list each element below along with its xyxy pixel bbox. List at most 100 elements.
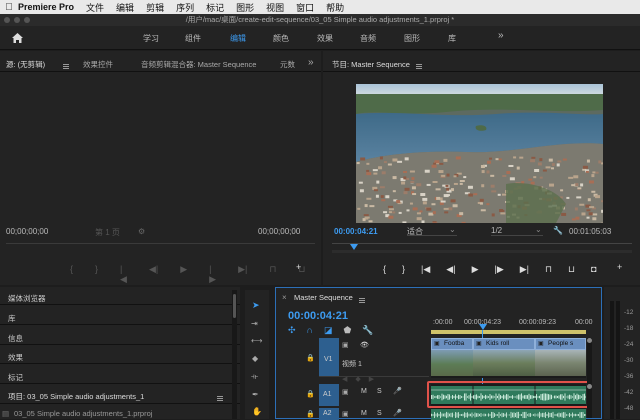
- a2-solo-button[interactable]: S: [377, 410, 382, 417]
- a1-mute-button[interactable]: M: [361, 388, 367, 395]
- program-timecode[interactable]: 00:00:04:21: [334, 227, 378, 236]
- menu-marker[interactable]: 标记: [206, 1, 224, 14]
- program-time-ruler[interactable]: [332, 243, 632, 244]
- hand-tool-icon[interactable]: ✋: [252, 407, 262, 416]
- tab-markers[interactable]: 标记: [8, 372, 23, 383]
- program-add-button[interactable]: +: [617, 262, 622, 272]
- window-controls[interactable]: [4, 17, 30, 23]
- tab-info[interactable]: 信息: [8, 333, 23, 344]
- go-to-out-icon[interactable]: ▶|: [520, 264, 529, 275]
- workspace-editing[interactable]: 编辑: [230, 33, 246, 44]
- program-zoom-bar[interactable]: [332, 250, 632, 253]
- project-scrollbar[interactable]: [232, 290, 237, 419]
- tab-master-sequence[interactable]: Master Sequence: [294, 293, 353, 302]
- menu-window[interactable]: 窗口: [296, 1, 314, 14]
- app-name-menu[interactable]: Premiere Pro: [18, 2, 74, 12]
- a2-track-area[interactable]: [431, 408, 586, 420]
- v1-track-area[interactable]: ▣ Footba ▣ Kids roll ▣ People s: [431, 338, 586, 378]
- v1-track-target[interactable]: V1: [319, 338, 339, 376]
- mark-out-icon[interactable]: }: [95, 264, 98, 285]
- go-to-in-icon[interactable]: |◀: [120, 264, 127, 285]
- workspace-learn[interactable]: 学习: [143, 33, 159, 44]
- work-area-bar[interactable]: [431, 330, 586, 334]
- close-timeline-icon[interactable]: ×: [282, 293, 287, 302]
- step-forward-icon[interactable]: |▶: [494, 264, 503, 275]
- play-icon[interactable]: ▶: [180, 264, 187, 285]
- project-file-name[interactable]: 03_05 Simple audio adjustments_1.prproj: [14, 409, 152, 418]
- tab-effect-controls[interactable]: 效果控件: [83, 59, 113, 70]
- a1-track-target[interactable]: A1: [319, 384, 339, 406]
- selection-tool-icon[interactable]: ➤: [252, 300, 260, 311]
- insert-icon[interactable]: ⊓: [269, 264, 276, 285]
- extract-icon[interactable]: ⊔: [568, 264, 575, 275]
- razor-tool-icon[interactable]: ◆: [252, 354, 258, 363]
- timeline-menu-icon[interactable]: [359, 298, 365, 303]
- menu-help[interactable]: 帮助: [326, 1, 344, 14]
- program-menu-icon[interactable]: [416, 64, 422, 69]
- a1-solo-button[interactable]: S: [377, 388, 382, 395]
- step-forward-icon[interactable]: |▶: [209, 264, 216, 285]
- tab-source[interactable]: 源: (无剪辑): [6, 59, 45, 70]
- go-to-in-icon[interactable]: |◀: [421, 264, 430, 275]
- ripple-edit-tool-icon[interactable]: ⟷: [251, 336, 262, 345]
- menu-clip[interactable]: 剪辑: [146, 1, 164, 14]
- source-timecode[interactable]: 00;00;00;00: [6, 227, 48, 236]
- workspace-color[interactable]: 颜色: [273, 33, 289, 44]
- a2-mic-icon[interactable]: 🎤: [393, 409, 402, 417]
- tab-metadata[interactable]: 元数: [280, 59, 295, 70]
- tab-project[interactable]: 项目: 03_05 Simple audio adjustments_1: [8, 391, 144, 402]
- settings-wrench-icon[interactable]: 🔧: [553, 226, 563, 235]
- play-icon[interactable]: ▶: [472, 264, 479, 275]
- fit-select[interactable]: 适合 ⌄: [407, 224, 457, 236]
- source-add-button[interactable]: +: [296, 262, 301, 272]
- a2-lock-icon[interactable]: 🔒: [306, 410, 315, 418]
- source-menu-icon[interactable]: [63, 64, 69, 69]
- v1-eye-icon[interactable]: 👁: [360, 341, 369, 349]
- step-back-icon[interactable]: ◀|: [446, 264, 455, 275]
- apple-icon[interactable]: : [0, 2, 18, 13]
- video-clip[interactable]: ▣ Kids roll: [473, 338, 535, 350]
- step-back-icon[interactable]: ◀|: [149, 264, 158, 285]
- menu-sequence[interactable]: 序列: [176, 1, 194, 14]
- v1-lock-icon[interactable]: 🔒: [306, 354, 315, 362]
- mark-in-icon[interactable]: {: [383, 264, 386, 275]
- menu-graphics[interactable]: 图形: [236, 1, 254, 14]
- export-frame-icon[interactable]: ◘: [591, 264, 596, 275]
- tab-audio-clip-mixer[interactable]: 音频剪辑混合器: Master Sequence: [141, 59, 256, 70]
- home-icon[interactable]: [11, 32, 24, 44]
- lift-icon[interactable]: ⊓: [545, 264, 552, 275]
- timeline-settings-icon[interactable]: 🔧: [362, 325, 373, 336]
- a2-track-target[interactable]: A2: [319, 408, 339, 420]
- workspace-assembly[interactable]: 组件: [185, 33, 201, 44]
- a1-mic-icon[interactable]: 🎤: [393, 387, 402, 395]
- mark-in-icon[interactable]: {: [70, 264, 73, 285]
- menu-view[interactable]: 视图: [266, 1, 284, 14]
- workspace-effects[interactable]: 效果: [317, 33, 333, 44]
- tab-media-browser[interactable]: 媒体浏览器: [8, 293, 46, 304]
- menu-edit[interactable]: 编辑: [116, 1, 134, 14]
- video-clip[interactable]: ▣ People s: [535, 338, 586, 350]
- resolution-select[interactable]: 1/2 ⌄: [491, 224, 543, 236]
- a2-sync-icon[interactable]: ▣: [342, 410, 349, 418]
- track-select-tool-icon[interactable]: ⇥: [251, 319, 258, 328]
- slip-tool-icon[interactable]: ⟛: [251, 372, 258, 382]
- source-page-select[interactable]: 第 1 页: [95, 227, 120, 238]
- add-marker-icon[interactable]: ⬟: [344, 325, 352, 336]
- nest-icon[interactable]: ✣: [288, 325, 296, 336]
- a2-mute-button[interactable]: M: [361, 410, 367, 417]
- a1-track-area[interactable]: [431, 384, 586, 406]
- source-tabs-more[interactable]: »: [308, 57, 314, 68]
- linked-selection-icon[interactable]: ◪: [324, 325, 333, 336]
- go-to-out-icon[interactable]: ▶|: [238, 264, 247, 285]
- timeline-timecode[interactable]: 00:00:04:21: [288, 310, 348, 322]
- menu-file[interactable]: 文件: [86, 1, 104, 14]
- timeline-vertical-scrollbar[interactable]: [587, 338, 592, 418]
- workspace-libraries[interactable]: 库: [448, 33, 456, 44]
- a2-audio-waveform[interactable]: [431, 408, 586, 420]
- v1-sync-icon[interactable]: ▣: [342, 341, 349, 349]
- a1-lock-icon[interactable]: 🔒: [306, 390, 315, 398]
- workspace-more[interactable]: »: [498, 30, 504, 41]
- mark-out-icon[interactable]: }: [402, 264, 405, 275]
- workspace-graphics[interactable]: 图形: [404, 33, 420, 44]
- tab-libraries[interactable]: 库: [8, 313, 16, 324]
